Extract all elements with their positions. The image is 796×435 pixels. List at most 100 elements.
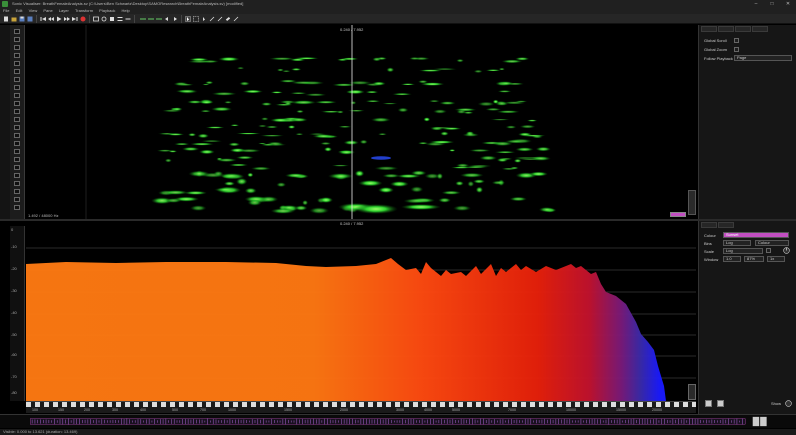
- level-label: -20: [11, 266, 17, 271]
- zoom-out-icon[interactable]: [148, 16, 154, 22]
- overview-strip[interactable]: [0, 414, 796, 428]
- spectral-peak: [200, 110, 212, 112]
- play-selection-icon[interactable]: [93, 16, 99, 22]
- gain-knob-icon[interactable]: [783, 247, 790, 254]
- freq-label: 150: [58, 408, 64, 412]
- zoom-fit-icon[interactable]: [156, 16, 162, 22]
- spectral-peak: [410, 186, 424, 193]
- spectral-peak: [327, 173, 354, 180]
- open-icon[interactable]: [11, 16, 17, 22]
- move-tool-icon[interactable]: [201, 16, 207, 22]
- menu-transform[interactable]: Transform: [75, 8, 93, 13]
- spectral-peak: [473, 69, 483, 73]
- pane-vertical-thumb[interactable]: [688, 190, 696, 215]
- scale-select[interactable]: Log: [723, 248, 763, 254]
- level-label: -40: [11, 310, 17, 315]
- window-overlap-select[interactable]: 87%: [744, 256, 764, 262]
- scale-marker: [14, 117, 20, 122]
- property-tab[interactable]: [718, 26, 734, 32]
- close-button[interactable]: ✕: [780, 0, 796, 8]
- spectral-peak: [455, 181, 464, 186]
- scale-marker: [14, 29, 20, 34]
- global-zoom-checkbox[interactable]: [734, 47, 739, 52]
- speed-icon[interactable]: [125, 16, 131, 22]
- menu-view[interactable]: View: [29, 8, 38, 13]
- bins-colour-select[interactable]: Colour: [755, 240, 789, 246]
- spectral-peak: [177, 89, 198, 94]
- forward-end-icon[interactable]: [72, 16, 78, 22]
- spectral-peak: [244, 187, 257, 194]
- menu-playback[interactable]: Playback: [99, 8, 115, 13]
- align-icon[interactable]: [117, 16, 123, 22]
- rewind-icon[interactable]: [48, 16, 54, 22]
- spectral-peak: [294, 205, 308, 211]
- spectral-peak: [289, 58, 306, 62]
- frequency-keyboard[interactable]: [26, 402, 696, 407]
- level-scale: 0 -10 -20 -30 -40 -50 -60 -70 -80: [10, 226, 25, 401]
- show-knob-icon[interactable]: [785, 400, 792, 407]
- layer-tab[interactable]: [718, 222, 734, 228]
- maximize-button[interactable]: □: [764, 0, 780, 8]
- play-icon[interactable]: [56, 16, 62, 22]
- spectral-peak: [386, 67, 395, 73]
- level-label: -50: [11, 332, 17, 337]
- measure-tool-icon[interactable]: [233, 16, 239, 22]
- fast-forward-icon[interactable]: [64, 16, 70, 22]
- layer-tab[interactable]: [701, 222, 717, 228]
- new-session-icon[interactable]: [3, 16, 9, 22]
- pane-divider[interactable]: [0, 219, 796, 221]
- select-tool-icon[interactable]: [193, 16, 199, 22]
- bins-select[interactable]: Log: [723, 240, 751, 246]
- edit-tool-icon[interactable]: [209, 16, 215, 22]
- spectral-peak: [403, 198, 428, 204]
- spectrum-view[interactable]: [26, 226, 696, 401]
- loop-icon[interactable]: [101, 16, 107, 22]
- solo-icon[interactable]: [109, 16, 115, 22]
- draw-tool-icon[interactable]: [217, 16, 223, 22]
- property-tab[interactable]: [701, 26, 717, 32]
- scroll-right-icon[interactable]: [172, 16, 178, 22]
- level-label: 0: [11, 227, 14, 232]
- layer-visibility-toggle[interactable]: [705, 400, 712, 407]
- navigate-tool-icon[interactable]: [185, 16, 191, 22]
- property-tab[interactable]: [735, 26, 751, 32]
- window-size-select[interactable]: 1.0: [723, 256, 741, 262]
- layer-play-toggle[interactable]: [717, 400, 724, 407]
- record-icon[interactable]: [80, 16, 86, 22]
- spectral-peak: [287, 125, 296, 129]
- window-oversample-select[interactable]: 1x: [767, 256, 785, 262]
- freq-label: 700: [200, 408, 206, 412]
- menu-help[interactable]: Help: [122, 8, 130, 13]
- spectral-peak: [401, 204, 441, 210]
- save-icon[interactable]: [19, 16, 25, 22]
- erase-tool-icon[interactable]: [225, 16, 231, 22]
- property-tab[interactable]: [752, 26, 768, 32]
- save-as-icon[interactable]: [27, 16, 33, 22]
- global-scroll-checkbox[interactable]: [734, 38, 739, 43]
- spectral-peak: [423, 117, 431, 122]
- menu-layer[interactable]: Layer: [59, 8, 69, 13]
- spectral-peak: [475, 186, 484, 193]
- spectrogram-view[interactable]: [26, 25, 696, 219]
- spectral-peak: [247, 172, 254, 178]
- minimize-button[interactable]: –: [748, 0, 764, 8]
- spectral-peak: [519, 124, 536, 129]
- scale-checkbox[interactable]: [766, 248, 771, 253]
- spectral-peak: [372, 81, 386, 86]
- spectrum-vertical-thumb[interactable]: [688, 384, 696, 400]
- spectral-peak: [453, 205, 472, 211]
- pane-zoom-thumb[interactable]: [670, 212, 686, 217]
- follow-playback-select[interactable]: Page: [734, 55, 792, 61]
- scroll-left-icon[interactable]: [164, 16, 170, 22]
- freq-label: 200: [84, 408, 90, 412]
- spectral-peak: [291, 68, 302, 71]
- rewind-start-icon[interactable]: [40, 16, 46, 22]
- spectral-peak: [347, 110, 365, 112]
- menu-pane[interactable]: Pane: [43, 8, 52, 13]
- spectral-peak: [260, 117, 269, 121]
- zoom-in-icon[interactable]: [140, 16, 146, 22]
- spectral-peak: [428, 140, 455, 144]
- menu-edit[interactable]: Edit: [16, 8, 23, 13]
- colour-select[interactable]: Sunset: [723, 232, 789, 238]
- menu-file[interactable]: File: [3, 8, 9, 13]
